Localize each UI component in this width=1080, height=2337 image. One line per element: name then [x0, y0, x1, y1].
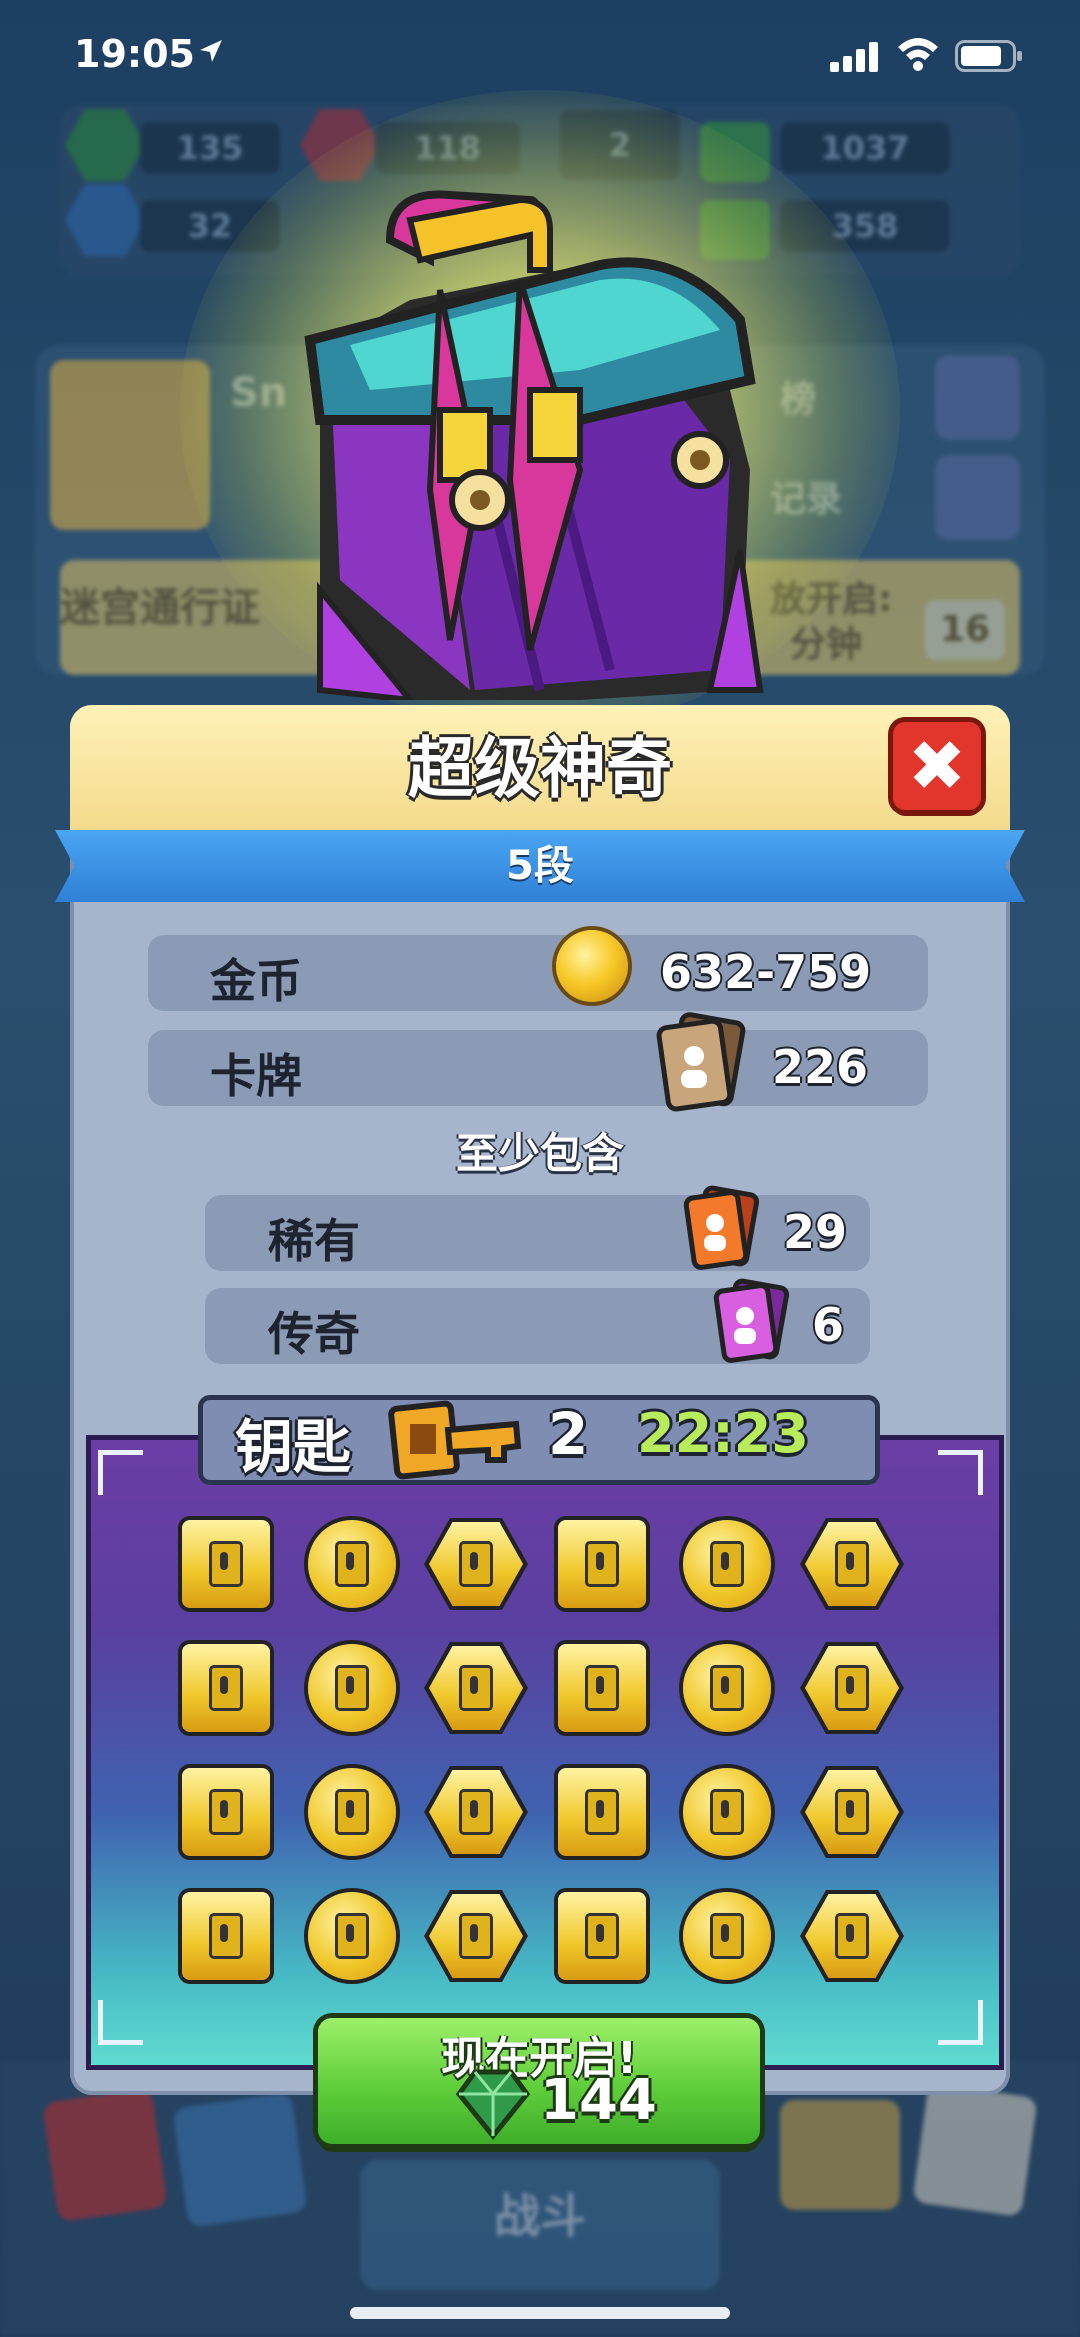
wifi-icon [898, 38, 938, 71]
key-slot-square [558, 1768, 646, 1856]
frame-corner [938, 1450, 983, 1495]
legendary-label: 传奇 [268, 1307, 360, 1361]
lock-icon [209, 1665, 243, 1711]
gold-value: 632-759 [660, 945, 872, 999]
battle-label: 战斗 [494, 2189, 586, 2243]
open-now-cost: 144 [540, 2068, 657, 2133]
cellular-signal-icon [830, 42, 878, 72]
rare-card-icon [683, 1185, 760, 1270]
lock-icon [209, 1541, 243, 1587]
gold-coin-icon [556, 930, 628, 1002]
lock-icon [585, 1913, 619, 1959]
key-slot-square [182, 1768, 270, 1856]
lock-icon [335, 1913, 369, 1959]
key-slot-square [182, 1644, 270, 1732]
lock-icon [459, 1913, 493, 1959]
map-icon [780, 2100, 900, 2210]
shop-icon [42, 2087, 168, 2223]
resource-value: 1037 [780, 122, 950, 174]
settings-button [935, 355, 1020, 440]
key-label: 钥匙 [235, 1413, 352, 1481]
open-now-label: 现在开启! [440, 2033, 638, 2084]
key-icon [388, 1400, 522, 1480]
chest-icon [304, 190, 764, 700]
lock-icon [835, 1665, 869, 1711]
lock-icon [335, 1541, 369, 1587]
key-count: 2 [548, 1400, 589, 1468]
lock-icon [710, 1665, 744, 1711]
location-arrow-icon [200, 40, 222, 62]
quests-icon [912, 2082, 1038, 2218]
key-slot-circle [308, 1892, 396, 1980]
news-button [935, 455, 1020, 540]
lock-icon [335, 1789, 369, 1835]
key-slot-square [182, 1892, 270, 1980]
at-least-label: 至少包含 [455, 1129, 624, 1178]
chest-title: 超级神奇 [408, 730, 672, 807]
key-slot-square [558, 1892, 646, 1980]
lock-icon [835, 1789, 869, 1835]
rare-label: 稀有 [268, 1214, 360, 1268]
battery-icon [955, 40, 1022, 72]
lock-icon [710, 1789, 744, 1835]
gold-label: 金币 [210, 954, 302, 1008]
lock-icon [209, 1913, 243, 1959]
lock-icon [835, 1541, 869, 1587]
status-time: 19:05 [74, 32, 195, 76]
pass-label: 迷宫通行证 [60, 585, 260, 631]
close-icon[interactable]: ✖ [893, 722, 981, 810]
legendary-value: 6 [812, 1298, 845, 1352]
lock-icon [335, 1665, 369, 1711]
lock-icon [835, 1913, 869, 1959]
key-slot-circle [308, 1768, 396, 1856]
key-slot-circle [683, 1644, 771, 1732]
gem-icon [455, 2069, 531, 2140]
key-slot-square [182, 1520, 270, 1608]
resource-value: 135 [140, 122, 280, 174]
legendary-card-icon [713, 1278, 790, 1363]
rare-value: 29 [783, 1205, 848, 1259]
key-slot-circle [683, 1768, 771, 1856]
frame-corner [98, 2000, 143, 2045]
lock-icon [710, 1541, 744, 1587]
key-slot-circle [683, 1892, 771, 1980]
key-slot-circle [683, 1520, 771, 1608]
lock-icon [585, 1541, 619, 1587]
key-timer: 22:23 [637, 1402, 809, 1465]
key-slot-square [558, 1520, 646, 1608]
frame-corner [938, 2000, 983, 2045]
level-badge: 16 [925, 600, 1005, 660]
cards-label: 卡牌 [210, 1049, 302, 1103]
lock-icon [710, 1913, 744, 1959]
key-slot-circle [308, 1644, 396, 1732]
cards-value: 226 [772, 1040, 869, 1094]
lock-icon [585, 1665, 619, 1711]
card-icon [656, 1012, 746, 1112]
lock-icon [459, 1789, 493, 1835]
key-slot-circle [308, 1520, 396, 1608]
key-slot-square [558, 1644, 646, 1732]
lock-icon [459, 1665, 493, 1711]
lock-icon [585, 1789, 619, 1835]
cards-icon [172, 2092, 308, 2228]
lock-icon [459, 1541, 493, 1587]
tier-label: 5段 [506, 843, 574, 889]
home-indicator[interactable] [350, 2307, 730, 2319]
frame-corner [98, 1450, 143, 1495]
lock-icon [209, 1789, 243, 1835]
